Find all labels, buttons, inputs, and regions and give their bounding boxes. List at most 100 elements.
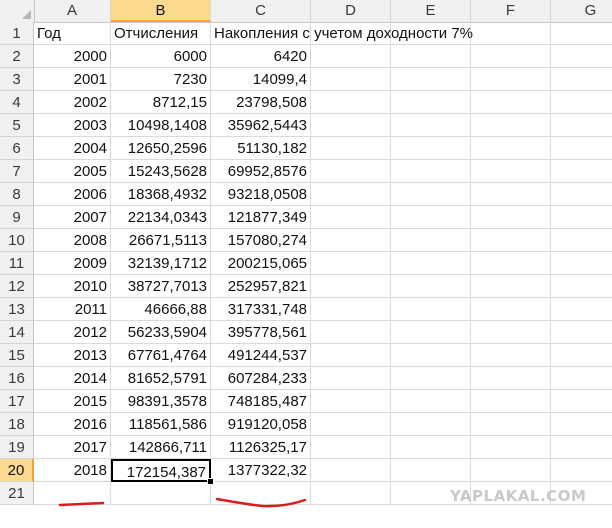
accumulation-cell[interactable]: 200215,065 (211, 252, 311, 275)
contribution-cell[interactable]: 81652,5791 (111, 367, 211, 390)
row-header-21[interactable]: 21 (0, 482, 34, 505)
grid-cell[interactable] (551, 298, 612, 321)
grid-cell[interactable] (471, 183, 551, 206)
accumulation-cell[interactable]: 35962,5443 (211, 114, 311, 137)
accumulation-cell[interactable]: 252957,821 (211, 275, 311, 298)
grid-cell[interactable] (471, 344, 551, 367)
grid-cell[interactable] (311, 482, 391, 505)
grid-cell[interactable] (311, 413, 391, 436)
contribution-cell[interactable]: 15243,5628 (111, 160, 211, 183)
row-header-18[interactable]: 18 (0, 413, 34, 436)
accumulation-cell[interactable]: 491244,537 (211, 344, 311, 367)
accumulation-cell[interactable]: 1126325,17 (211, 436, 311, 459)
accumulation-cell[interactable]: 607284,233 (211, 367, 311, 390)
accumulation-cell[interactable]: 395778,561 (211, 321, 311, 344)
grid-cell[interactable] (311, 367, 391, 390)
grid-cell[interactable] (391, 298, 471, 321)
contribution-cell[interactable]: 46666,88 (111, 298, 211, 321)
grid-cell[interactable] (551, 183, 612, 206)
grid-cell[interactable] (391, 367, 471, 390)
year-cell[interactable]: 2012 (34, 321, 111, 344)
contribution-cell[interactable]: 22134,0343 (111, 206, 211, 229)
header-accumulation-cell[interactable]: Накопления с учетом доходности 7% (211, 22, 473, 45)
grid-cell[interactable] (471, 229, 551, 252)
grid-cell[interactable] (391, 390, 471, 413)
grid-cell[interactable] (311, 229, 391, 252)
grid-cell[interactable] (391, 137, 471, 160)
contribution-cell[interactable]: 38727,7013 (111, 275, 211, 298)
grid-cell[interactable] (111, 482, 211, 505)
row-header-19[interactable]: 19 (0, 436, 34, 459)
accumulation-cell[interactable]: 317331,748 (211, 298, 311, 321)
row-header-8[interactable]: 8 (0, 183, 34, 206)
grid-cell[interactable] (551, 321, 612, 344)
row-header-7[interactable]: 7 (0, 160, 34, 183)
accumulation-cell[interactable]: 748185,487 (211, 390, 311, 413)
grid-cell[interactable] (391, 344, 471, 367)
contribution-cell[interactable]: 12650,2596 (111, 137, 211, 160)
accumulation-cell[interactable]: 14099,4 (211, 68, 311, 91)
row-header-9[interactable]: 9 (0, 206, 34, 229)
grid-cell[interactable] (391, 229, 471, 252)
grid-cell[interactable] (471, 436, 551, 459)
column-header-c[interactable]: C (211, 0, 311, 22)
grid-cell[interactable] (551, 22, 612, 45)
year-cell[interactable]: 2009 (34, 252, 111, 275)
row-header-5[interactable]: 5 (0, 114, 34, 137)
grid-cell[interactable] (311, 436, 391, 459)
grid-cell[interactable] (551, 390, 612, 413)
contribution-cell[interactable]: 67761,4764 (111, 344, 211, 367)
year-cell[interactable]: 2001 (34, 68, 111, 91)
grid-cell[interactable] (311, 275, 391, 298)
year-cell[interactable]: 2017 (34, 436, 111, 459)
grid-cell[interactable] (551, 68, 612, 91)
row-header-14[interactable]: 14 (0, 321, 34, 344)
grid-cell[interactable] (391, 413, 471, 436)
contribution-cell[interactable]: 118561,586 (111, 413, 211, 436)
grid-cell[interactable] (391, 91, 471, 114)
grid-cell[interactable] (311, 114, 391, 137)
row-header-4[interactable]: 4 (0, 91, 34, 114)
row-header-11[interactable]: 11 (0, 252, 34, 275)
header-contributions-cell[interactable]: Отчисления (111, 22, 211, 45)
year-cell[interactable]: 2004 (34, 137, 111, 160)
year-cell[interactable]: 2005 (34, 160, 111, 183)
contribution-cell[interactable]: 6000 (111, 45, 211, 68)
grid-cell[interactable] (211, 482, 311, 505)
grid-cell[interactable] (311, 183, 391, 206)
grid-cell[interactable] (551, 252, 612, 275)
column-header-a[interactable]: A (34, 0, 111, 22)
contribution-cell[interactable]: 10498,1408 (111, 114, 211, 137)
grid-cell[interactable] (551, 367, 612, 390)
row-header-16[interactable]: 16 (0, 367, 34, 390)
year-cell[interactable]: 2002 (34, 91, 111, 114)
grid-cell[interactable] (391, 45, 471, 68)
accumulation-cell[interactable]: 51130,182 (211, 137, 311, 160)
active-cell[interactable]: 172154,387 (111, 459, 211, 482)
row-header-10[interactable]: 10 (0, 229, 34, 252)
grid-cell[interactable] (551, 229, 612, 252)
grid-cell[interactable] (471, 390, 551, 413)
year-cell[interactable]: 2006 (34, 183, 111, 206)
contribution-cell[interactable]: 32139,1712 (111, 252, 211, 275)
grid-cell[interactable] (551, 45, 612, 68)
grid-cell[interactable] (471, 459, 551, 482)
grid-cell[interactable] (311, 91, 391, 114)
year-cell[interactable]: 2018 (34, 459, 111, 482)
grid-cell[interactable] (551, 436, 612, 459)
grid-cell[interactable] (311, 321, 391, 344)
grid-cell[interactable] (311, 459, 391, 482)
row-header-3[interactable]: 3 (0, 68, 34, 91)
grid-cell[interactable] (471, 206, 551, 229)
grid-cell[interactable] (471, 22, 551, 45)
accumulation-cell[interactable]: 157080,274 (211, 229, 311, 252)
grid-cell[interactable] (311, 137, 391, 160)
grid-cell[interactable] (311, 206, 391, 229)
contribution-cell[interactable]: 18368,4932 (111, 183, 211, 206)
accumulation-cell[interactable]: 6420 (211, 45, 311, 68)
grid-cell[interactable] (551, 206, 612, 229)
row-header-20[interactable]: 20 (0, 459, 34, 482)
column-header-b[interactable]: B (111, 0, 211, 22)
accumulation-cell[interactable]: 919120,058 (211, 413, 311, 436)
grid-cell[interactable] (391, 68, 471, 91)
